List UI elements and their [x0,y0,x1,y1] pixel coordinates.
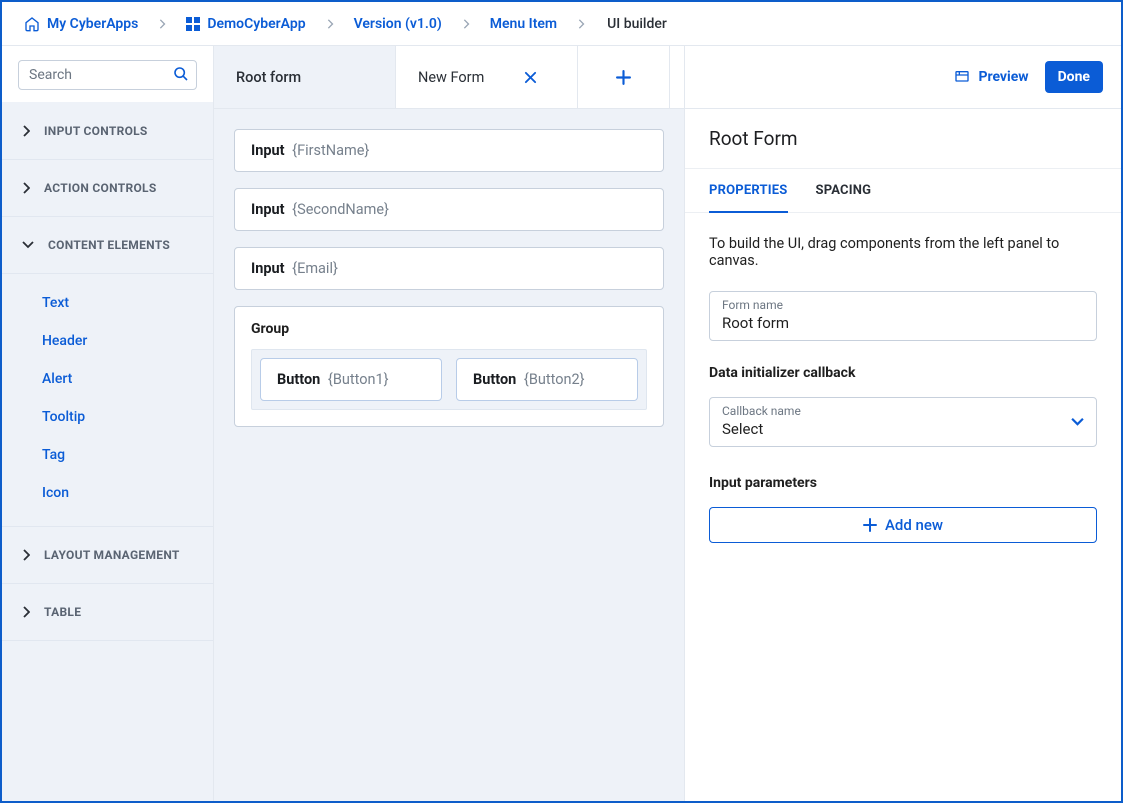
canvas-block-button[interactable]: Button {Button1} [260,358,442,401]
search-input[interactable] [18,60,197,90]
breadcrumb-menu[interactable]: Menu Item [486,16,561,32]
sidebar-group-content-elements[interactable]: CONTENT ELEMENTS [2,217,213,274]
breadcrumb-menu-label: Menu Item [490,16,557,32]
home-icon [24,16,40,32]
sidebar-group-input-controls[interactable]: INPUT CONTROLS [2,103,213,160]
block-type: Input [251,260,285,277]
panel-title: Root Form [709,127,1097,150]
plus-icon [863,518,877,532]
sidebar-group-layout-management[interactable]: LAYOUT MANAGEMENT [2,527,213,584]
sidebar-group-label: LAYOUT MANAGEMENT [44,548,180,562]
form-tabbar: Root form New Form [214,46,684,109]
sidebar-items-content-elements: Text Header Alert Tooltip Tag Icon [2,274,213,527]
form-name-label: Form name [722,298,1084,312]
canvas-block-input[interactable]: Input {Email} [234,247,664,290]
block-param: {Email} [292,260,338,277]
preview-label: Preview [978,69,1028,85]
panel-tab-spacing[interactable]: SPACING [816,183,872,212]
chevron-right-icon [22,182,30,194]
tab-root-form[interactable]: Root form [214,46,396,108]
sidebar-item-tag[interactable]: Tag [2,436,213,474]
panel-tabs: PROPERTIES SPACING [685,169,1121,213]
add-new-label: Add new [885,516,943,534]
sidebar-item-icon[interactable]: Icon [2,474,213,512]
component-sidebar: INPUT CONTROLS ACTION CONTROLS CONTENT E… [2,46,214,801]
group-label: Group [251,321,647,337]
block-type: Input [251,201,285,218]
sidebar-group-label: ACTION CONTROLS [44,181,157,195]
chevron-right-icon [22,606,30,618]
breadcrumb-home-label: My CyberApps [47,16,138,32]
sidebar-item-header[interactable]: Header [2,322,213,360]
panel-hint: To build the UI, drag components from th… [709,235,1097,269]
canvas-block-input[interactable]: Input {SecondName} [234,188,664,231]
search-icon[interactable] [173,66,189,82]
done-button[interactable]: Done [1045,61,1103,93]
block-param: {FirstName} [292,142,369,159]
form-name-field[interactable]: Form name Root form [709,291,1097,341]
callback-select[interactable]: Callback name Select [709,397,1097,447]
chevron-right-icon [565,19,597,29]
sidebar-item-alert[interactable]: Alert [2,360,213,398]
preview-button[interactable]: Preview [954,69,1028,85]
chevron-down-icon [22,241,34,249]
input-params-heading: Input parameters [709,475,1097,491]
chevron-right-icon [450,19,482,29]
block-param: {Button1} [328,371,389,388]
sidebar-group-label: INPUT CONTROLS [44,124,148,138]
sidebar-group-action-controls[interactable]: ACTION CONTROLS [2,160,213,217]
chevron-down-icon [1071,418,1084,427]
callback-value: Select [722,420,1084,438]
block-type: Button [277,371,320,388]
chevron-right-icon [146,19,178,29]
chevron-right-icon [314,19,346,29]
tab-label: Root form [236,69,301,86]
sidebar-item-text[interactable]: Text [2,284,213,322]
properties-panel: Preview Done Root Form PROPERTIES SPACIN… [684,46,1121,801]
breadcrumb-home[interactable]: My CyberApps [20,16,142,32]
tab-label: New Form [418,69,484,86]
form-name-value: Root form [722,314,1084,332]
breadcrumb-version[interactable]: Version (v1.0) [350,16,446,32]
block-param: {Button2} [524,371,585,388]
block-type: Input [251,142,285,159]
breadcrumb-app[interactable]: DemoCyberApp [182,16,309,32]
sidebar-group-table[interactable]: TABLE [2,584,213,641]
group-inner: Button {Button1} Button {Button2} [251,349,647,410]
sidebar-group-label: TABLE [44,605,81,619]
breadcrumb-current: UI builder [601,16,667,32]
canvas-block-input[interactable]: Input {FirstName} [234,129,664,172]
preview-icon [954,69,970,85]
canvas-area: Root form New Form Input {FirstName} [214,46,684,801]
callback-section-heading: Data initializer callback [709,365,1097,381]
canvas-block-group[interactable]: Group Button {Button1} Button {Button2} [234,306,664,427]
breadcrumb-version-label: Version (v1.0) [354,16,442,32]
close-icon[interactable] [524,71,537,84]
callback-label: Callback name [722,404,1084,418]
breadcrumb: My CyberApps DemoCyberApp Version (v1.0)… [2,2,1121,46]
add-tab-button[interactable] [578,46,670,108]
add-new-button[interactable]: Add new [709,507,1097,543]
block-type: Button [473,371,516,388]
canvas[interactable]: Input {FirstName} Input {SecondName} Inp… [214,109,684,447]
plus-icon [616,70,631,85]
search-input-wrap [18,60,197,90]
tab-new-form[interactable]: New Form [396,46,578,108]
canvas-block-button[interactable]: Button {Button2} [456,358,638,401]
sidebar-group-label: CONTENT ELEMENTS [48,238,170,252]
chevron-right-icon [22,549,30,561]
block-param: {SecondName} [292,201,389,218]
panel-tab-properties[interactable]: PROPERTIES [709,183,788,212]
apps-icon [186,17,200,31]
sidebar-item-tooltip[interactable]: Tooltip [2,398,213,436]
breadcrumb-app-label: DemoCyberApp [207,16,305,32]
chevron-right-icon [22,125,30,137]
